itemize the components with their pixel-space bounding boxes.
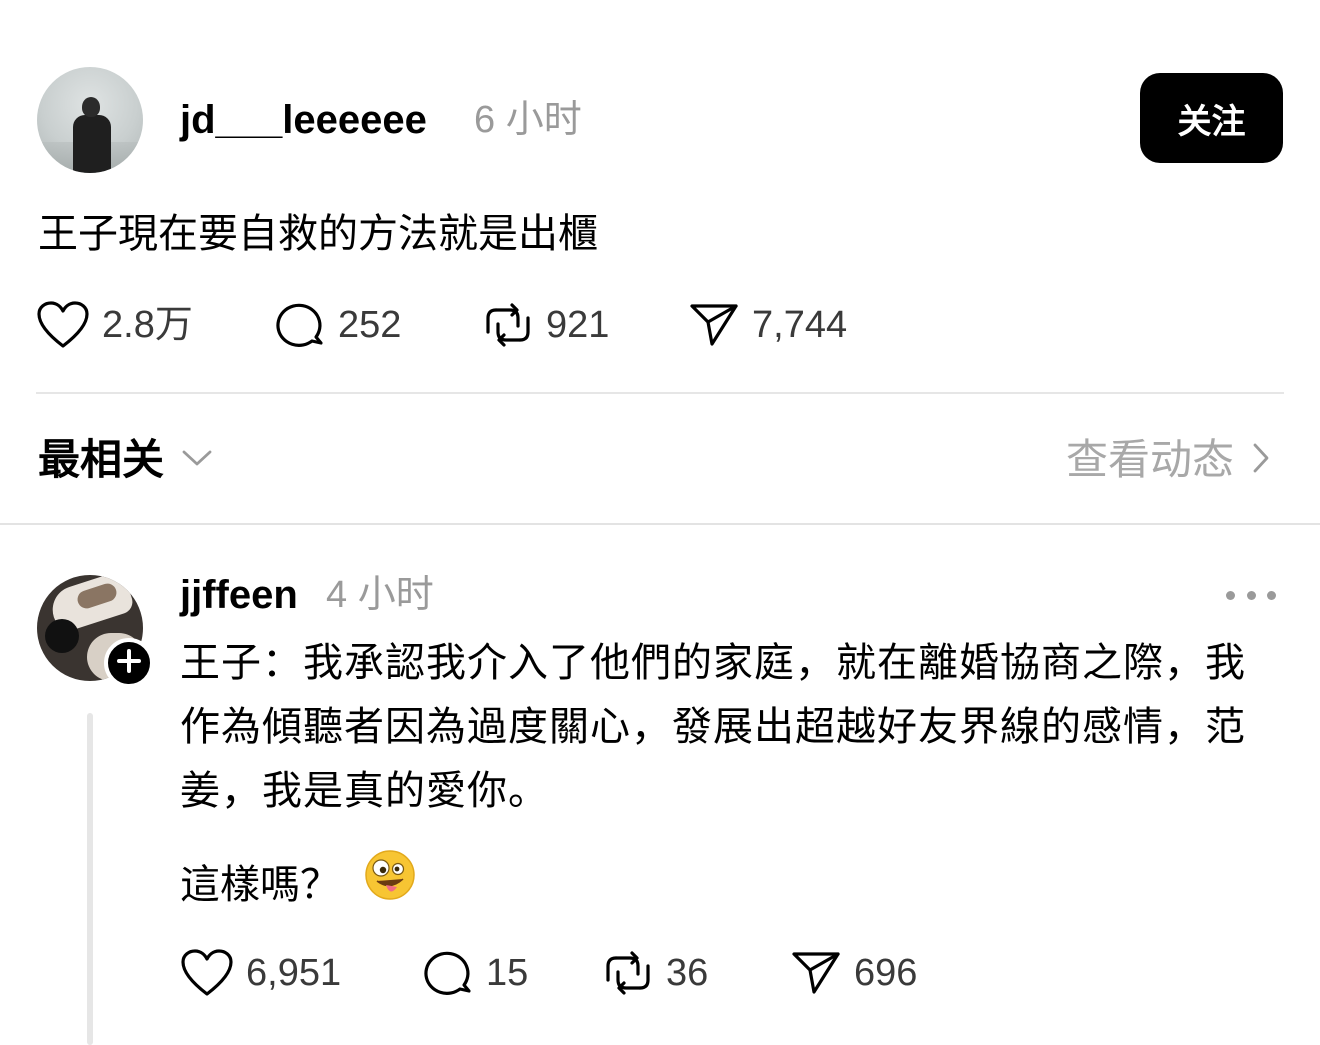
reply-repost-count: 36	[666, 952, 709, 994]
reply-text-line: 這樣嗎？	[180, 849, 416, 920]
thread-line	[87, 713, 93, 1045]
send-icon	[688, 300, 740, 350]
comment-count: 252	[338, 304, 402, 346]
plus-icon	[117, 648, 141, 678]
reply-comment-count: 15	[486, 952, 529, 994]
repost-count: 921	[546, 304, 610, 346]
send-icon	[790, 948, 842, 998]
replies-sort-bar: 最相关 查看动态	[0, 394, 1320, 524]
reply-comment-button[interactable]: 15	[422, 948, 602, 998]
follow-button[interactable]: 关注	[1140, 73, 1283, 163]
repost-icon	[602, 948, 654, 998]
reply-share-button[interactable]: 696	[790, 948, 917, 998]
reply-actions: 6,951 15 36 696	[180, 948, 917, 998]
view-activity-link[interactable]: 查看动态	[1066, 434, 1270, 486]
more-dots-icon	[1226, 590, 1235, 600]
share-count: 7,744	[752, 304, 848, 346]
post-actions: 2.8万 252 921 7,744	[36, 300, 847, 350]
like-count: 2.8万	[102, 304, 193, 346]
heart-icon	[36, 300, 90, 350]
comment-button[interactable]: 252	[274, 300, 482, 350]
post-text: 王子現在要自救的方法就是出櫃	[38, 212, 598, 256]
sort-dropdown[interactable]: 最相关	[38, 434, 212, 486]
repost-button[interactable]: 921	[482, 300, 688, 350]
like-button[interactable]: 2.8万	[36, 300, 274, 350]
post-author-username[interactable]: jd___leeeeee	[180, 96, 427, 144]
reply-item: jjffeen 4 小时 王子：我承認我介入了他們的家庭，就在離婚協商之際，我作…	[0, 525, 1320, 1045]
reply-timestamp: 4 小时	[326, 574, 434, 616]
more-options-button[interactable]	[1226, 579, 1276, 611]
reply-author-username[interactable]: jjffeen	[180, 571, 298, 619]
chevron-down-icon	[164, 449, 212, 472]
reply-like-button[interactable]: 6,951	[180, 948, 422, 998]
chevron-right-icon	[1234, 442, 1270, 479]
repost-icon	[482, 300, 534, 350]
reply-repost-button[interactable]: 36	[602, 948, 790, 998]
comment-icon	[422, 948, 474, 998]
heart-icon	[180, 948, 234, 998]
post-author-avatar[interactable]	[37, 67, 143, 173]
reply-share-count: 696	[854, 952, 918, 994]
reply-like-count: 6,951	[246, 952, 342, 994]
share-button[interactable]: 7,744	[688, 300, 847, 350]
post-timestamp: 6 小时	[474, 99, 582, 141]
zany-face-icon	[340, 849, 416, 920]
main-post: jd___leeeeee 6 小时 关注 王子現在要自救的方法就是出櫃 2.8万…	[0, 0, 1320, 390]
reply-text-second: 這樣嗎？	[180, 862, 340, 907]
sort-label: 最相关	[38, 436, 165, 483]
follow-plus-button[interactable]	[104, 638, 154, 688]
view-activity-label: 查看动态	[1065, 436, 1234, 483]
reply-text: 王子：我承認我介入了他們的家庭，就在離婚協商之際，我作為傾聽者因為過度關心，發展…	[180, 641, 1246, 813]
comment-icon	[274, 300, 326, 350]
